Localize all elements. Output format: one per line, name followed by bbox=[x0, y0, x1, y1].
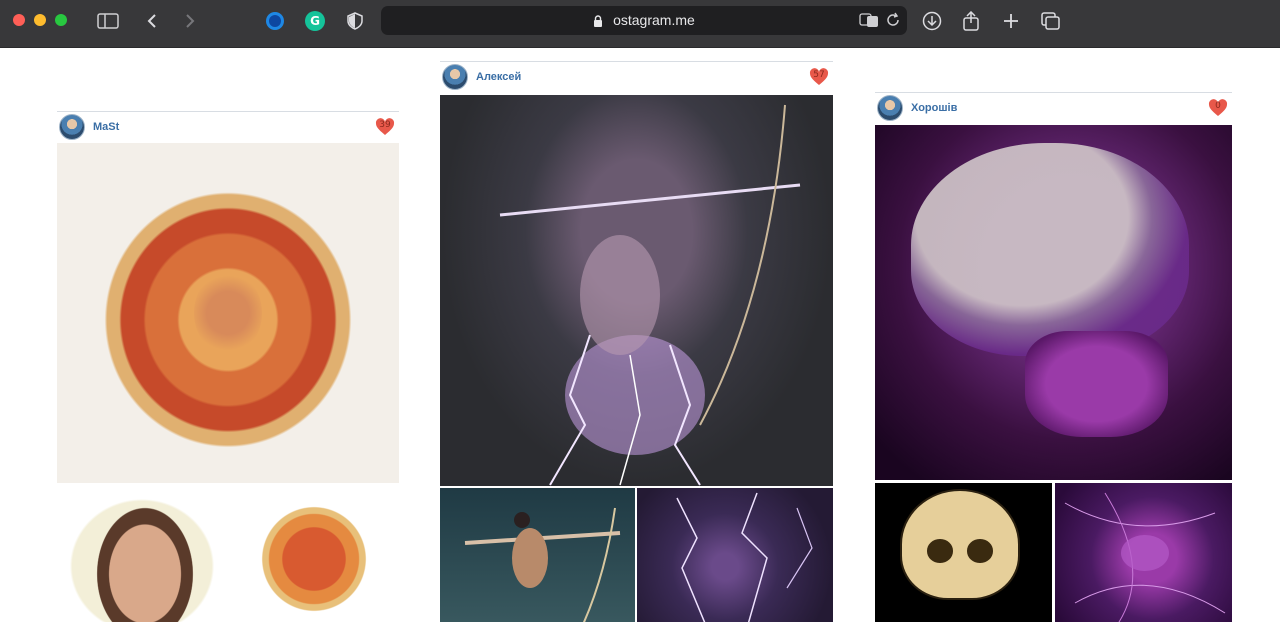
portrait-face bbox=[89, 497, 201, 622]
zoom-window-button[interactable] bbox=[55, 14, 67, 26]
lock-icon bbox=[594, 15, 603, 28]
content-image[interactable] bbox=[875, 483, 1052, 622]
like-counter[interactable]: 57 bbox=[809, 68, 829, 86]
post-header: Алексей 57 bbox=[440, 61, 833, 93]
like-counter[interactable]: 0 bbox=[1208, 99, 1228, 117]
post-header: Хорошів 0 bbox=[875, 92, 1232, 124]
cartoon-skull bbox=[899, 489, 1021, 600]
skull-jaw bbox=[1024, 330, 1168, 438]
sidebar-toggle-icon[interactable] bbox=[93, 8, 123, 34]
new-tab-icon[interactable] bbox=[996, 8, 1026, 34]
extension-icon[interactable] bbox=[260, 8, 290, 34]
post-card[interactable]: Хорошів 0 bbox=[875, 92, 1232, 622]
like-counter[interactable]: 39 bbox=[375, 118, 395, 136]
browser-toolbar: G ostagram.me bbox=[0, 0, 1280, 48]
translate-icon[interactable] bbox=[859, 12, 879, 33]
skull-shape bbox=[910, 142, 1190, 356]
neural-lines bbox=[1064, 492, 1226, 622]
like-count: 39 bbox=[379, 120, 391, 130]
post-card[interactable]: MaSt 39 bbox=[57, 111, 399, 622]
address-bar[interactable]: ostagram.me bbox=[381, 6, 907, 35]
username-link[interactable]: MaSt bbox=[93, 121, 119, 133]
avatar[interactable] bbox=[877, 95, 903, 121]
url-text: ostagram.me bbox=[613, 12, 695, 28]
svg-text:G: G bbox=[310, 14, 320, 28]
post-card[interactable]: Алексей 57 bbox=[440, 61, 833, 622]
page-content: MaSt 39 Алексей 57 Хорошів 0 bbox=[0, 49, 1280, 622]
lightning-overlay bbox=[499, 104, 801, 486]
forward-icon[interactable] bbox=[175, 8, 205, 34]
tab-overview-icon[interactable] bbox=[1036, 8, 1066, 34]
result-image[interactable] bbox=[875, 125, 1232, 480]
face-detail bbox=[193, 272, 263, 354]
privacy-shield-icon[interactable] bbox=[340, 8, 370, 34]
style-image[interactable] bbox=[1055, 483, 1232, 622]
download-icon[interactable] bbox=[917, 8, 947, 34]
style-image[interactable] bbox=[229, 487, 399, 622]
post-header: MaSt 39 bbox=[57, 111, 399, 143]
result-image[interactable] bbox=[440, 95, 833, 486]
avatar[interactable] bbox=[59, 114, 85, 140]
share-icon[interactable] bbox=[956, 8, 986, 34]
avatar[interactable] bbox=[442, 64, 468, 90]
username-link[interactable]: Алексей bbox=[476, 71, 521, 83]
grammarly-icon[interactable]: G bbox=[300, 8, 330, 34]
reload-icon[interactable] bbox=[885, 12, 901, 33]
minimize-window-button[interactable] bbox=[34, 14, 46, 26]
content-image[interactable] bbox=[440, 488, 635, 622]
like-count: 57 bbox=[813, 70, 825, 80]
result-image[interactable] bbox=[57, 143, 399, 483]
close-window-button[interactable] bbox=[13, 14, 25, 26]
archer-figure bbox=[464, 507, 621, 622]
content-image[interactable] bbox=[57, 487, 227, 622]
back-icon[interactable] bbox=[137, 8, 167, 34]
username-link[interactable]: Хорошів bbox=[911, 102, 957, 114]
lightning-bolts bbox=[676, 492, 813, 622]
style-image[interactable] bbox=[637, 488, 833, 622]
like-count: 0 bbox=[1215, 101, 1221, 111]
